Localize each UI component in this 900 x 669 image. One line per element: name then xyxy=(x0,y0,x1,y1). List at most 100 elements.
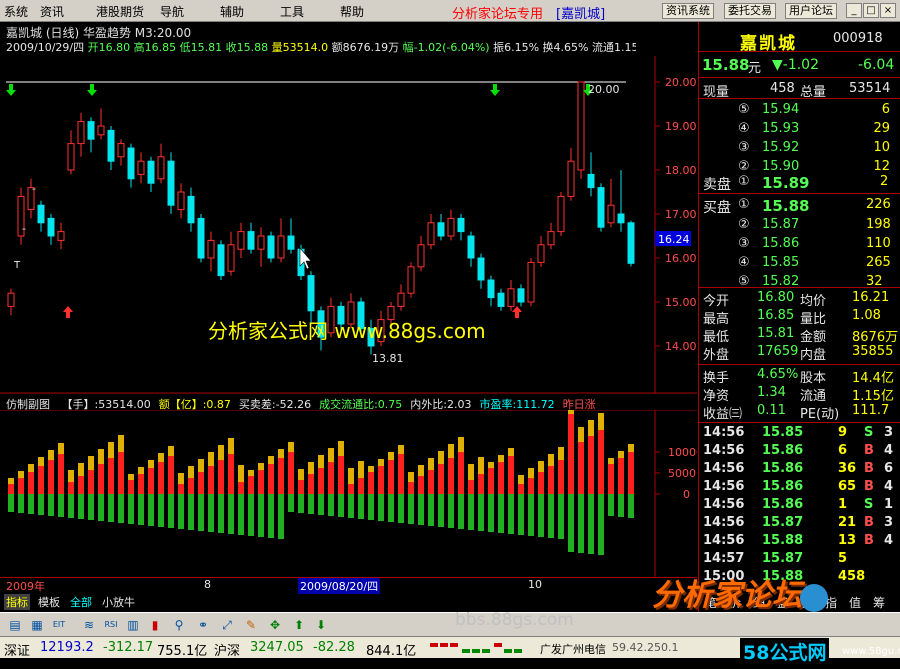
sell-vol-bar xyxy=(438,494,444,527)
menu-assist[interactable]: 辅助 xyxy=(220,3,244,20)
tick-price: 15.87 xyxy=(762,515,804,530)
tick-count: 6 xyxy=(884,461,894,476)
divider xyxy=(699,77,900,78)
quote-stat: 流通 xyxy=(800,389,827,404)
tick-count: 4 xyxy=(884,479,894,494)
candle-body xyxy=(257,235,265,250)
tab-indicator[interactable]: 指标 xyxy=(4,594,30,610)
buy-vol-bar xyxy=(288,452,294,494)
buy-vol-bar xyxy=(248,476,254,494)
candle-body xyxy=(167,160,175,206)
buy-vol: 198 xyxy=(866,217,891,232)
f10-icon[interactable]: EIT xyxy=(50,616,68,634)
tab-template[interactable]: 模板 xyxy=(36,594,62,610)
list-icon[interactable]: ▤ xyxy=(6,616,24,634)
chart-icon[interactable]: ≋ xyxy=(80,616,98,634)
turnover-bar xyxy=(568,410,574,414)
down-arrow-icon[interactable]: ⬇ xyxy=(312,616,330,634)
turnover-bar xyxy=(128,474,134,480)
turnover-bar xyxy=(608,458,614,464)
quote-tab[interactable]: 值 xyxy=(849,594,861,611)
menu-tools[interactable]: 工具 xyxy=(280,3,304,20)
tick-time: 14:56 xyxy=(703,497,745,512)
draw-icon[interactable]: ✎ xyxy=(242,616,260,634)
buy-vol-bar xyxy=(608,464,614,494)
maximize-icon[interactable]: □ xyxy=(863,3,879,18)
buy-vol-bar xyxy=(398,454,404,494)
close-icon[interactable]: × xyxy=(880,3,896,18)
sz-index: 12193.2 xyxy=(40,640,94,655)
menu-news[interactable]: 资讯 xyxy=(40,3,64,20)
float-label: 流通 xyxy=(591,41,614,54)
tick-price: 15.87 xyxy=(762,551,804,566)
turnover-bar xyxy=(548,454,554,466)
volume-chart[interactable]: 10000 5000 0 xyxy=(0,410,697,577)
turnover-bar xyxy=(498,455,504,462)
expand-icon[interactable]: ⤢ xyxy=(218,616,236,634)
sell-signal-arrow-icon xyxy=(490,84,500,96)
candle-body xyxy=(447,217,455,237)
menu-system[interactable]: 系统 xyxy=(4,3,28,20)
sell-vol-bar xyxy=(358,494,364,519)
vol-axis-label: 0 xyxy=(683,488,690,501)
tab-xiaofangniu[interactable]: 小放牛 xyxy=(100,594,137,610)
buy-vol-bar xyxy=(338,456,344,494)
sell-vol-bar xyxy=(178,494,184,529)
price-axis-label: 15.00 xyxy=(665,296,697,309)
link-icon[interactable]: ⚭ xyxy=(194,616,212,634)
buy-vol-bar xyxy=(78,476,84,494)
grid-icon[interactable]: ▥ xyxy=(124,616,142,634)
rsi-icon[interactable]: RSI xyxy=(102,616,120,634)
turnover-bar xyxy=(248,470,254,476)
menu-hk-futures[interactable]: 港股期货 xyxy=(96,3,144,20)
buy-vol-bar xyxy=(378,466,384,494)
tab-all[interactable]: 全部 xyxy=(68,594,94,610)
tick-time: 14:56 xyxy=(703,479,745,494)
amt-label: 额 xyxy=(331,41,343,54)
minimize-icon[interactable]: _ xyxy=(846,3,862,18)
tick-vol: 13 xyxy=(838,533,857,548)
buy-vol-bar xyxy=(588,436,594,494)
forum-button[interactable]: 用户论坛 xyxy=(785,3,837,19)
quote-stat: 最高 xyxy=(703,312,730,327)
app-title-stock: [嘉凯城] xyxy=(556,7,606,22)
trade-button[interactable]: 委托交易 xyxy=(724,3,776,19)
quote-icon[interactable]: ▦ xyxy=(28,616,46,634)
quote-stat: 最低 xyxy=(703,330,730,345)
turnover-bar xyxy=(588,420,594,436)
sell-vol-bar xyxy=(148,494,154,526)
info-system-button[interactable]: 资讯系统 xyxy=(662,3,714,19)
tick-vol: 21 xyxy=(838,515,857,530)
url2-watermark: www.58gu.com xyxy=(842,646,900,657)
quote-stat: 17659 xyxy=(757,344,799,359)
tick-vol: 5 xyxy=(838,551,848,566)
turn-value: 4.65% xyxy=(553,41,589,54)
quote-stat: 1.08 xyxy=(852,308,881,323)
turnover-bar xyxy=(158,453,164,462)
sz-change: -312.17 xyxy=(103,640,154,655)
sell-vol: 10 xyxy=(873,140,890,155)
up-arrow-icon[interactable]: ⬆ xyxy=(290,616,308,634)
candle-body xyxy=(547,231,555,246)
chg-label: 幅 xyxy=(402,41,414,54)
tick-time: 14:56 xyxy=(703,425,745,440)
sell-vol-bar xyxy=(348,494,354,518)
move-icon[interactable]: ✥ xyxy=(266,616,284,634)
hs-label: 沪深 xyxy=(214,644,241,659)
sell-vol-bar xyxy=(608,494,614,516)
menu-navigate[interactable]: 导航 xyxy=(160,3,184,20)
zoom-icon[interactable]: ⚲ xyxy=(170,616,188,634)
menu-help[interactable]: 帮助 xyxy=(340,3,364,20)
turnover-bar xyxy=(408,472,414,482)
buy-signal-arrow-icon xyxy=(63,306,73,318)
candle-body xyxy=(47,217,55,237)
total-vol: 53514 xyxy=(849,81,891,96)
tick-time: 14:56 xyxy=(703,461,745,476)
turnover-bar xyxy=(348,468,354,484)
price-axis-label: 14.00 xyxy=(665,340,697,353)
kline-icon[interactable]: ▮ xyxy=(146,616,164,634)
quote-tab[interactable]: 筹 xyxy=(873,594,885,611)
divider xyxy=(699,193,900,194)
hs-index: 3247.05 xyxy=(250,640,304,655)
buy-vol-bar xyxy=(618,458,624,494)
